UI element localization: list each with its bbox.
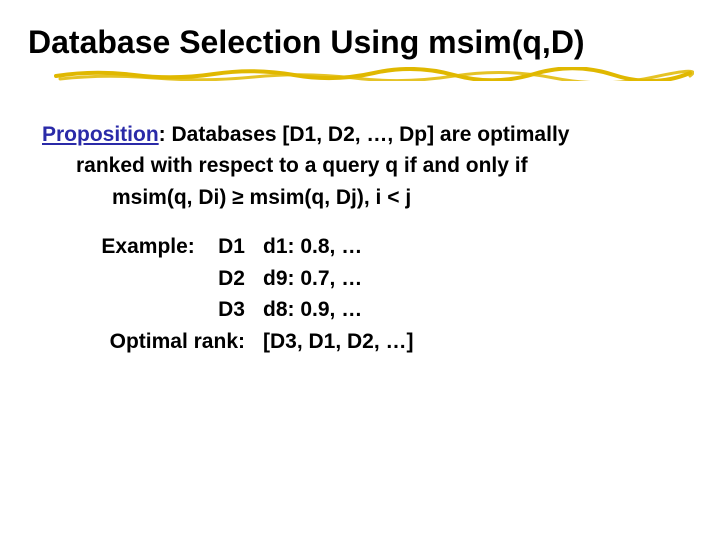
slide-title: Database Selection Using msim(q,D) — [28, 24, 692, 61]
example-left-1: Example: D1 — [38, 231, 263, 263]
slide-body: Proposition: Databases [D1, D2, …, Dp] a… — [28, 119, 692, 358]
optimal-value: [D3, D1, D2, …] — [263, 326, 682, 358]
example-db-2: D2 — [38, 263, 263, 295]
example-val-1: d1: 0.8, … — [263, 231, 682, 263]
example-db-3: D3 — [38, 294, 263, 326]
proposition-text-1: : Databases [D1, D2, …, Dp] are optimall… — [159, 123, 570, 146]
scribble-icon — [54, 67, 694, 81]
example-val-3: d8: 0.9, … — [263, 294, 682, 326]
example-row-2: D2 d9: 0.7, … — [38, 263, 682, 295]
example-db-1: D1 — [218, 235, 245, 258]
example-val-2: d9: 0.7, … — [263, 263, 682, 295]
example-row-1: Example: D1 d1: 0.8, … — [38, 231, 682, 263]
example-row-3: D3 d8: 0.9, … — [38, 294, 682, 326]
title-underline — [54, 67, 692, 81]
example-label: Example: — [101, 235, 194, 258]
proposition-line-1: Proposition: Databases [D1, D2, …, Dp] a… — [42, 119, 682, 151]
proposition-label: Proposition — [42, 123, 159, 146]
proposition-line-2: ranked with respect to a query q if and … — [76, 150, 682, 182]
optimal-label: Optimal rank: — [38, 326, 263, 358]
example-row-optimal: Optimal rank: [D3, D1, D2, …] — [38, 326, 682, 358]
example-block: Example: D1 d1: 0.8, … D2 d9: 0.7, … D3 … — [38, 231, 682, 357]
slide: Database Selection Using msim(q,D) Propo… — [0, 0, 720, 540]
proposition-line-3: msim(q, Di) ≥ msim(q, Dj), i < j — [112, 182, 682, 214]
